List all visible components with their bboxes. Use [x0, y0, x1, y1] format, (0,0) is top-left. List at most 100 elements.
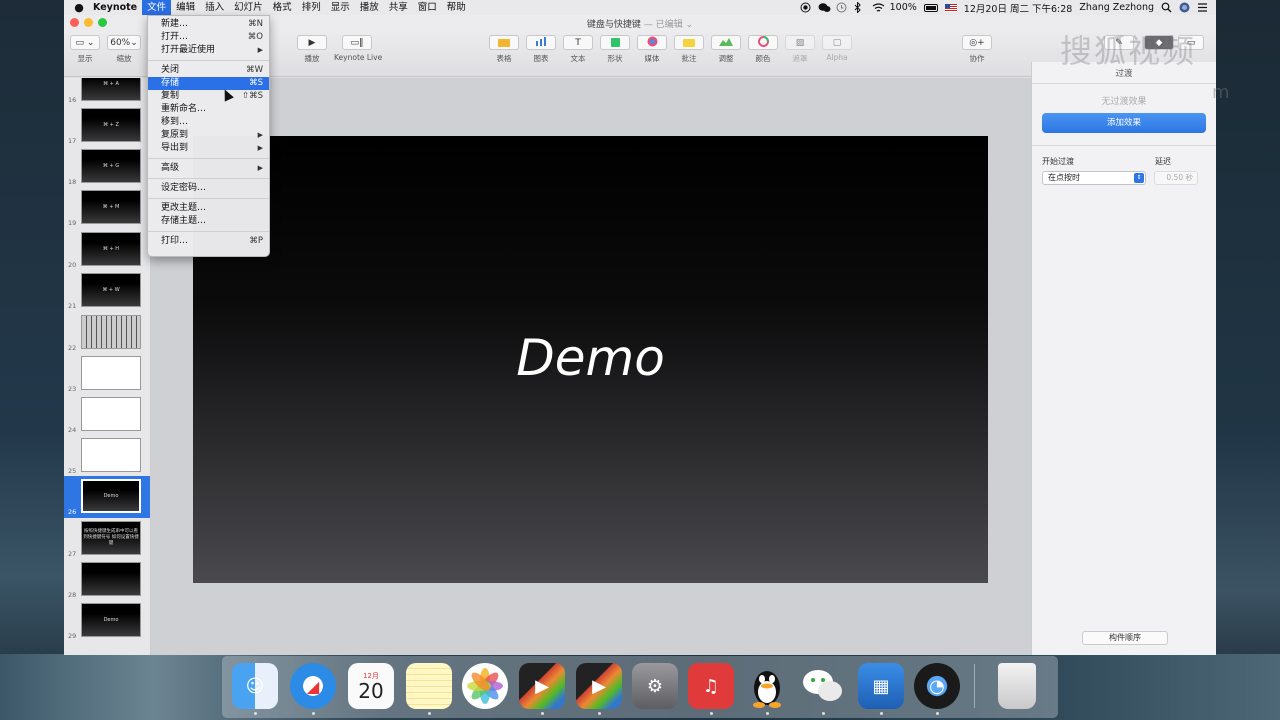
document-status[interactable]: — 已编辑 ⌄ [644, 20, 693, 30]
slide-thumbnail-row[interactable]: 25 [64, 435, 150, 477]
slide-thumbnail[interactable]: ⌘ + Z [81, 108, 141, 142]
mask-control[interactable]: ▨ 遮罩 [785, 35, 815, 64]
menu-item-print[interactable]: 打印… ⌘P [148, 235, 269, 248]
adjust-button[interactable] [711, 35, 741, 50]
menu-item-close[interactable]: 关闭 ⌘W [148, 64, 269, 77]
menu-play[interactable]: 播放 [355, 0, 384, 15]
menu-arrange[interactable]: 排列 [297, 0, 326, 15]
comment-control[interactable]: 批注 [674, 35, 704, 64]
input-source-flag-icon[interactable] [944, 3, 957, 12]
play-control[interactable]: ▶ 播放 [297, 35, 327, 64]
slide-thumbnail-row[interactable]: 22 [64, 312, 150, 354]
safari-icon[interactable]: ◢ [290, 663, 336, 709]
keynote-icon[interactable]: ▦ [858, 663, 904, 709]
menu-item-save[interactable]: 存储 ⌘S [148, 77, 269, 90]
start-transition-select[interactable]: 在点按时 ⇕ [1042, 171, 1146, 185]
record-icon[interactable] [800, 2, 811, 13]
menu-item-save-theme[interactable]: 存储主题… [148, 215, 269, 228]
menu-window[interactable]: 窗口 [413, 0, 442, 15]
slide-thumbnail-row[interactable]: ⌘ + W 21 [64, 270, 150, 312]
notes-icon[interactable] [406, 663, 452, 709]
slide-title-text[interactable]: Demo [516, 329, 665, 387]
collaborate-button[interactable]: ◎+ [962, 35, 992, 50]
menu-item-advanced[interactable]: 高级 ▶ [148, 162, 269, 175]
slide-thumbnail-keyboard[interactable] [81, 315, 141, 349]
slide-thumbnail-row[interactable]: 24 [64, 394, 150, 436]
slide-thumbnail-row[interactable]: 28 [64, 559, 150, 601]
slide-thumbnail[interactable]: ⌘ + G [81, 149, 141, 183]
quicktime-icon[interactable]: ◔ [914, 663, 960, 709]
menu-item-open[interactable]: 打开… ⌘O [148, 31, 269, 44]
current-slide[interactable]: Demo [193, 136, 988, 583]
menu-slide[interactable]: 幻灯片 [229, 0, 268, 15]
battery-icon[interactable] [923, 3, 938, 12]
wechat-icon[interactable] [800, 663, 846, 709]
menu-item-move-to[interactable]: 移到… [148, 116, 269, 129]
alpha-button[interactable]: ▢ [822, 35, 852, 50]
menu-item-revert-to[interactable]: 复原到 ▶ [148, 129, 269, 142]
time-machine-icon[interactable] [836, 2, 847, 13]
adjust-control[interactable]: 调整 [711, 35, 741, 64]
collaborate-control[interactable]: ◎+ 协作 [962, 35, 992, 64]
menu-file[interactable]: 文件 [142, 0, 172, 15]
menu-view[interactable]: 显示 [326, 0, 355, 15]
table-button[interactable] [489, 35, 519, 50]
notification-center-icon[interactable] [1197, 2, 1208, 13]
slide-thumbnail-row[interactable]: Demo 29 [64, 600, 150, 642]
media-button[interactable] [637, 35, 667, 50]
zoom-control[interactable]: 60% ⌄ 缩放 [107, 35, 141, 64]
color-button[interactable] [748, 35, 778, 50]
shape-button[interactable] [600, 35, 630, 50]
slide-thumbnail[interactable]: Demo [81, 603, 141, 637]
color-control[interactable]: 颜色 [748, 35, 778, 64]
finder-icon[interactable]: ☺ [232, 663, 278, 709]
shape-control[interactable]: 形状 [600, 35, 630, 64]
text-control[interactable]: T 文本 [563, 35, 593, 64]
menu-item-set-password[interactable]: 设定密码… [148, 182, 269, 195]
slide-thumbnail-row[interactable]: 按照快捷键生成串中可以看到快捷键符号 如何设置快捷键 27 [64, 518, 150, 560]
netease-music-icon[interactable]: ♫ [688, 663, 734, 709]
siri-icon[interactable] [1179, 2, 1190, 13]
menu-item-change-theme[interactable]: 更改主题… [148, 202, 269, 215]
menubar-clock[interactable]: 12月20日 周二 下午6:28 [964, 1, 1073, 15]
wifi-icon[interactable] [872, 2, 884, 13]
system-preferences-icon[interactable]: ⚙ [632, 663, 678, 709]
slide-thumbnail-row-selected[interactable]: Demo 26 [64, 476, 150, 518]
delay-stepper[interactable]: 0.50 秒 [1154, 171, 1198, 185]
slide-canvas[interactable]: Demo [151, 78, 1031, 655]
photos-icon[interactable] [462, 663, 508, 709]
menu-share[interactable]: 共享 [384, 0, 413, 15]
slide-thumbnail-row[interactable]: ⌘ + H 20 [64, 229, 150, 271]
trash-icon[interactable] [998, 663, 1036, 709]
menu-item-duplicate[interactable]: 复制 ⇧⌘S [148, 90, 269, 103]
menu-item-export-to[interactable]: 导出到 ▶ [148, 142, 269, 155]
alpha-control[interactable]: ▢ Alpha [822, 35, 852, 62]
slide-thumbnail-document[interactable] [81, 356, 141, 390]
keynote-live-control[interactable]: ▭‖ Keynote Live [334, 35, 382, 62]
play-button[interactable]: ▶ [297, 35, 327, 50]
slide-thumbnail[interactable]: ⌘ + W [81, 273, 141, 307]
mask-button[interactable]: ▨ [785, 35, 815, 50]
slide-thumbnail-row[interactable]: 23 [64, 353, 150, 395]
final-cut-pro-icon[interactable]: ▶ [519, 663, 565, 709]
view-button[interactable]: ▭ ⌄ [70, 35, 100, 50]
comment-button[interactable] [674, 35, 704, 50]
menu-item-new[interactable]: 新建… ⌘N [148, 18, 269, 31]
chart-control[interactable]: 图表 [526, 35, 556, 64]
menu-edit[interactable]: 编辑 [171, 0, 200, 15]
slide-thumbnail-row[interactable]: ⌘ + M 19 [64, 187, 150, 229]
slide-thumbnail[interactable] [81, 562, 141, 596]
menu-app-name[interactable]: Keynote [88, 0, 142, 15]
calendar-icon[interactable]: 12月 20 [348, 663, 394, 709]
qq-penguin-icon[interactable] [744, 663, 790, 709]
slide-thumbnail[interactable]: ⌘ + M [81, 190, 141, 224]
text-button[interactable]: T [563, 35, 593, 50]
wechat-status-icon[interactable] [818, 2, 831, 13]
keynote-live-button[interactable]: ▭‖ [342, 35, 372, 50]
spotlight-search-icon[interactable] [1161, 2, 1172, 13]
build-order-button[interactable]: 构件顺序 [1082, 631, 1168, 645]
apple-menu-icon[interactable]: ● [70, 1, 88, 14]
slide-thumbnail-document[interactable] [81, 438, 141, 472]
menu-insert[interactable]: 插入 [200, 0, 229, 15]
final-cut-pro-alt-icon[interactable]: ▶ [576, 663, 622, 709]
